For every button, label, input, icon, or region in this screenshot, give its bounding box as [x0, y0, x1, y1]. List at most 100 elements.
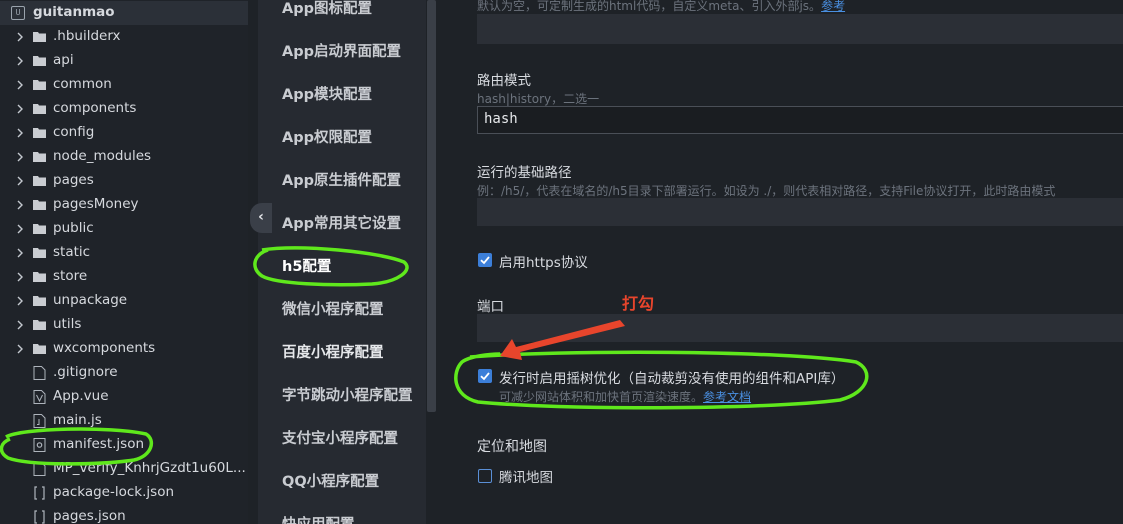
tree-root-label: guitanmao [33, 4, 115, 20]
folder-icon [33, 223, 46, 234]
tencent-map-label: 腾讯地图 [499, 470, 553, 486]
collapse-sidebar-button[interactable]: ‹ [250, 203, 272, 233]
nav-item[interactable]: App模块配置 [282, 83, 372, 104]
file-icon [33, 462, 46, 476]
chevron-right-icon[interactable] [14, 343, 26, 355]
file-icon [33, 366, 46, 380]
router-mode-hint: hash|history，二选一 [477, 92, 600, 106]
nav-item[interactable]: h5配置 [282, 255, 331, 276]
nav-item[interactable]: 支付宝小程序配置 [282, 427, 398, 448]
nav-item[interactable]: App启动界面配置 [282, 40, 401, 61]
folder-icon [33, 151, 46, 162]
chevron-right-icon[interactable] [14, 247, 26, 259]
tree-folder[interactable]: public [0, 217, 248, 241]
treeshake-doc-link[interactable]: 参考文档 [703, 390, 751, 404]
tree-file[interactable]: .gitignore [0, 361, 248, 385]
tree-folder[interactable]: api [0, 49, 248, 73]
chevron-right-icon[interactable] [14, 103, 26, 115]
chevron-right-icon[interactable] [14, 223, 26, 235]
tree-folder[interactable]: unpackage [0, 289, 248, 313]
check-icon [480, 372, 490, 381]
nav-item[interactable]: App原生插件配置 [282, 169, 401, 190]
nav-item[interactable]: App图标配置 [282, 0, 372, 18]
chevron-right-icon[interactable] [14, 319, 26, 331]
check-icon [480, 256, 490, 265]
port-input[interactable] [477, 314, 1123, 342]
tree-file[interactable]: App.vue [0, 385, 248, 409]
tree-file[interactable]: pages.json [0, 505, 248, 524]
tree-file-label: package-lock.json [53, 484, 175, 500]
port-label: 端口 [477, 299, 504, 315]
tree-folder[interactable]: node_modules [0, 145, 248, 169]
tencent-map-checkbox[interactable] [478, 469, 492, 483]
tree-root[interactable]: U guitanmao [0, 1, 248, 25]
tree-folder[interactable]: static [0, 241, 248, 265]
nav-item[interactable]: 微信小程序配置 [282, 298, 384, 319]
tree-folder[interactable]: utils [0, 313, 248, 337]
tree-file-label: App.vue [53, 388, 109, 404]
chevron-right-icon[interactable] [14, 79, 26, 91]
tree-file-label: manifest.json [53, 436, 145, 452]
settings-form: 默认为空，可定制生成的html代码，自定义meta、引入外部js。参考 路由模式… [436, 0, 1123, 524]
nav-item[interactable]: 字节跳动小程序配置 [282, 384, 413, 405]
tree-folder-label: config [53, 124, 95, 140]
base-path-input[interactable] [477, 198, 1123, 226]
chevron-right-icon[interactable] [14, 151, 26, 163]
tree-folder[interactable]: common [0, 73, 248, 97]
tree-file-label: main.js [53, 412, 102, 428]
chevron-right-icon[interactable] [14, 127, 26, 139]
folder-icon [33, 343, 46, 354]
project-icon: U [11, 6, 25, 20]
tree-folder-label: public [53, 220, 94, 236]
folder-icon [33, 247, 46, 258]
router-mode-input[interactable]: hash [477, 106, 1123, 134]
folder-icon [33, 55, 46, 66]
tree-file[interactable]: MP_verify_KnhrjGzdt1u60L... [0, 457, 248, 481]
tree-file-label: .gitignore [53, 364, 118, 380]
treeshake-label: 发行时启用摇树优化（自动裁剪没有使用的组件和API库） [499, 371, 845, 387]
chevron-right-icon[interactable] [14, 271, 26, 283]
tree-file-label: MP_verify_KnhrjGzdt1u60L... [53, 460, 246, 476]
chevron-right-icon[interactable] [14, 295, 26, 307]
nav-item[interactable]: 百度小程序配置 [282, 341, 384, 362]
nav-scrollbar[interactable] [427, 0, 436, 412]
tree-folder[interactable]: pages [0, 169, 248, 193]
tree-folder-label: utils [53, 316, 82, 332]
chevron-right-icon[interactable] [14, 55, 26, 67]
chevron-right-icon[interactable] [14, 31, 26, 43]
tree-folder-label: node_modules [53, 148, 152, 164]
tree-folder[interactable]: config [0, 121, 248, 145]
base-path-label: 运行的基础路径 [477, 165, 572, 181]
nav-item[interactable]: QQ小程序配置 [282, 470, 379, 491]
tree-folder[interactable]: pagesMoney [0, 193, 248, 217]
tree-folder[interactable]: components [0, 97, 248, 121]
tree-folder-label: common [53, 76, 112, 92]
template-doc-link[interactable]: 参考 [821, 0, 845, 13]
tree-file[interactable]: main.js [0, 409, 248, 433]
nav-item[interactable]: 快应用配置 [282, 513, 355, 524]
tree-folder-label: wxcomponents [53, 340, 156, 356]
tree-folder[interactable]: .hbuilderx [0, 25, 248, 49]
tree-folder-label: components [53, 100, 137, 116]
settings-file-icon [33, 438, 46, 452]
template-field[interactable] [477, 14, 1123, 44]
tree-file[interactable]: manifest.json [0, 433, 248, 457]
location-section-title: 定位和地图 [477, 439, 547, 455]
https-label: 启用https协议 [499, 255, 588, 271]
base-path-hint: 例：/h5/，代表在域名的/h5目录下部署运行。如设为 ./，则代表相对路径，支… [477, 184, 1056, 198]
file-tree: U guitanmao .hbuilderx api common component… [0, 0, 248, 524]
tree-file[interactable]: package-lock.json [0, 481, 248, 505]
chevron-right-icon[interactable] [14, 175, 26, 187]
folder-icon [33, 319, 46, 330]
tree-folder-label: unpackage [53, 292, 128, 308]
tree-folder[interactable]: wxcomponents [0, 337, 248, 361]
nav-item[interactable]: App常用其它设置 [282, 212, 401, 233]
nav-item[interactable]: App权限配置 [282, 126, 372, 147]
template-hint: 默认为空，可定制生成的html代码，自定义meta、引入外部js。参考 [477, 0, 846, 13]
chevron-right-icon[interactable] [14, 199, 26, 211]
tree-folder[interactable]: store [0, 265, 248, 289]
folder-icon [33, 31, 46, 42]
json-file-icon [33, 510, 46, 524]
treeshake-checkbox[interactable] [478, 369, 492, 383]
https-checkbox[interactable] [478, 253, 492, 267]
